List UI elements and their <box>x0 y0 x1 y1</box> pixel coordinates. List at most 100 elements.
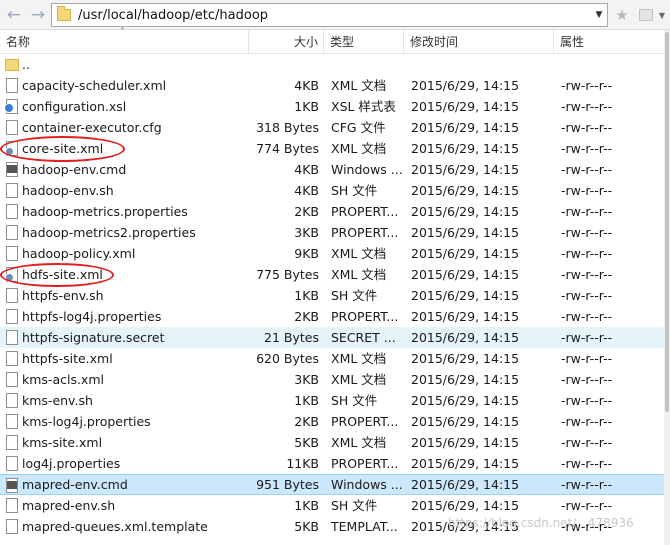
file-icon <box>6 519 18 534</box>
file-name: hdfs-site.xml <box>22 267 103 282</box>
back-arrow-icon[interactable]: ← <box>4 5 24 25</box>
file-modified: 2015/6/29, 14:15 <box>411 477 520 492</box>
file-row[interactable]: hadoop-policy.xml 9KB XML 文档 2015/6/29, 14:… <box>0 243 664 264</box>
file-row[interactable]: hadoop-metrics.properties 2KB PROPERT... 20… <box>0 201 664 222</box>
file-name: httpfs-env.sh <box>22 288 104 303</box>
file-icon <box>6 246 18 261</box>
file-icon <box>6 288 18 303</box>
file-name: .. <box>22 57 30 72</box>
column-type[interactable]: 类型 <box>324 30 404 54</box>
folder-icon <box>57 6 71 21</box>
file-size: 3KB <box>294 372 319 387</box>
file-attributes: -rw-r--r-- <box>561 372 613 387</box>
file-attributes: -rw-r--r-- <box>561 477 613 492</box>
file-size: 4KB <box>294 162 319 177</box>
file-row[interactable]: hdfs-site.xml 775 Bytes XML 文档 2015/6/29, 1… <box>0 264 664 285</box>
file-icon <box>6 183 18 198</box>
file-row[interactable]: hadoop-metrics2.properties 3KB PROPERT... 2… <box>0 222 664 243</box>
chevron-down-icon[interactable]: ▼ <box>591 4 607 26</box>
file-row[interactable]: kms-site.xml 5KB XML 文档 2015/6/29, 14:15 -rw… <box>0 432 664 453</box>
file-attributes: -rw-r--r-- <box>561 414 613 429</box>
file-row[interactable]: kms-acls.xml 3KB XML 文档 2015/6/29, 14:15 -rw… <box>0 369 664 390</box>
scrollbar-thumb[interactable] <box>665 32 669 412</box>
file-row[interactable]: kms-env.sh 1KB SH 文件 2015/6/29, 14:15 -rw-r-… <box>0 390 664 411</box>
file-name: kms-site.xml <box>22 435 103 450</box>
file-name: httpfs-signature.secret <box>22 330 165 345</box>
file-icon <box>6 372 18 387</box>
file-attributes: -rw-r--r-- <box>561 225 613 240</box>
file-row[interactable]: httpfs-signature.secret 21 Bytes SECRET ..… <box>0 327 664 348</box>
file-size: 1KB <box>294 498 319 513</box>
file-row[interactable]: capacity-scheduler.xml 4KB XML 文档 2015/6/29… <box>0 75 664 96</box>
column-name[interactable]: 名称 ˄ <box>0 28 249 54</box>
file-row[interactable]: .. <box>0 54 664 75</box>
file-row[interactable]: kms-log4j.properties 2KB PROPERT... 2015/6/… <box>0 411 664 432</box>
column-modified[interactable]: 修改时间 <box>404 30 554 54</box>
file-icon <box>6 393 18 408</box>
xml-gear-file-icon <box>5 267 18 282</box>
file-size: 1KB <box>294 393 319 408</box>
file-name: configuration.xsl <box>22 99 127 114</box>
parent-folder-icon <box>5 59 19 71</box>
file-modified: 2015/6/29, 14:15 <box>411 330 520 345</box>
file-type: PROPERT... <box>331 309 399 324</box>
file-modified: 2015/6/29, 14:15 <box>411 498 520 513</box>
star-icon[interactable]: ★ <box>612 5 632 25</box>
address-bar[interactable]: /usr/local/hadoop/etc/hadoop ▼ <box>51 3 608 27</box>
file-row[interactable]: httpfs-env.sh 1KB SH 文件 2015/6/29, 14:15 -rw… <box>0 285 664 306</box>
file-type: XML 文档 <box>331 267 387 282</box>
file-modified: 2015/6/29, 14:15 <box>411 162 520 177</box>
file-row[interactable]: hadoop-env.cmd 4KB Windows ... 2015/6/29, 1… <box>0 159 664 180</box>
file-icon <box>6 498 18 513</box>
file-name: kms-log4j.properties <box>22 414 151 429</box>
file-row[interactable]: httpfs-site.xml 620 Bytes XML 文档 2015/6/29,… <box>0 348 664 369</box>
forward-arrow-icon[interactable]: → <box>28 5 48 25</box>
file-row[interactable]: container-executor.cfg 318 Bytes CFG 文件 201… <box>0 117 664 138</box>
file-type: PROPERT... <box>331 204 399 219</box>
file-type: XML 文档 <box>331 246 387 261</box>
file-type: XML 文档 <box>331 435 387 450</box>
file-row[interactable]: hadoop-env.sh 4KB SH 文件 2015/6/29, 14:15 -rw… <box>0 180 664 201</box>
file-name: hadoop-policy.xml <box>22 246 136 261</box>
file-row[interactable]: log4j.properties 11KB PROPERT... 2015/6/29,… <box>0 453 664 474</box>
file-modified: 2015/6/29, 14:15 <box>411 372 520 387</box>
file-name: mapred-queues.xml.template <box>22 519 208 534</box>
file-row[interactable]: httpfs-log4j.properties 2KB PROPERT... 2015… <box>0 306 664 327</box>
file-size: 4KB <box>294 78 319 93</box>
column-size[interactable]: 大小 <box>249 30 324 54</box>
file-name: hadoop-env.sh <box>22 183 114 198</box>
chevron-down-icon[interactable]: ▼ <box>656 5 668 25</box>
file-type: PROPERT... <box>331 414 399 429</box>
file-modified: 2015/6/29, 14:15 <box>411 435 520 450</box>
file-type: TEMPLAT... <box>331 519 398 534</box>
file-row[interactable]: configuration.xsl 1KB XSL 样式表 2015/6/29, 14… <box>0 96 664 117</box>
address-path[interactable]: /usr/local/hadoop/etc/hadoop <box>78 8 591 23</box>
file-size: 620 Bytes <box>256 351 319 366</box>
file-attributes: -rw-r--r-- <box>561 435 613 450</box>
file-row[interactable]: mapred-env.cmd 951 Bytes Windows ... 2015/6… <box>0 474 664 495</box>
cmd-file-icon <box>6 478 18 493</box>
file-name: log4j.properties <box>22 456 121 471</box>
file-modified: 2015/6/29, 14:15 <box>411 246 520 261</box>
column-attributes[interactable]: 属性 <box>554 30 664 54</box>
file-size: 9KB <box>294 246 319 261</box>
file-name: httpfs-log4j.properties <box>22 309 162 324</box>
file-size: 2KB <box>294 414 319 429</box>
file-type: XSL 样式表 <box>331 99 396 114</box>
vertical-scrollbar[interactable] <box>664 30 670 545</box>
view-icon[interactable] <box>636 5 656 25</box>
file-row[interactable]: mapred-env.sh 1KB SH 文件 2015/6/29, 14:15 -rw… <box>0 495 664 516</box>
address-toolbar: ← → /usr/local/hadoop/etc/hadoop ▼ ★ ▼ <box>0 0 670 30</box>
file-icon <box>6 351 18 366</box>
file-icon <box>6 78 18 93</box>
file-type: PROPERT... <box>331 456 399 471</box>
file-icon <box>6 456 18 471</box>
xsl-file-icon <box>4 99 18 114</box>
file-modified: 2015/6/29, 14:15 <box>411 120 520 135</box>
file-type: SH 文件 <box>331 183 378 198</box>
file-icon <box>6 330 18 345</box>
file-attributes: -rw-r--r-- <box>561 141 613 156</box>
file-size: 2KB <box>294 309 319 324</box>
file-row[interactable]: core-site.xml 774 Bytes XML 文档 2015/6/29, 1… <box>0 138 664 159</box>
file-size: 775 Bytes <box>256 267 319 282</box>
